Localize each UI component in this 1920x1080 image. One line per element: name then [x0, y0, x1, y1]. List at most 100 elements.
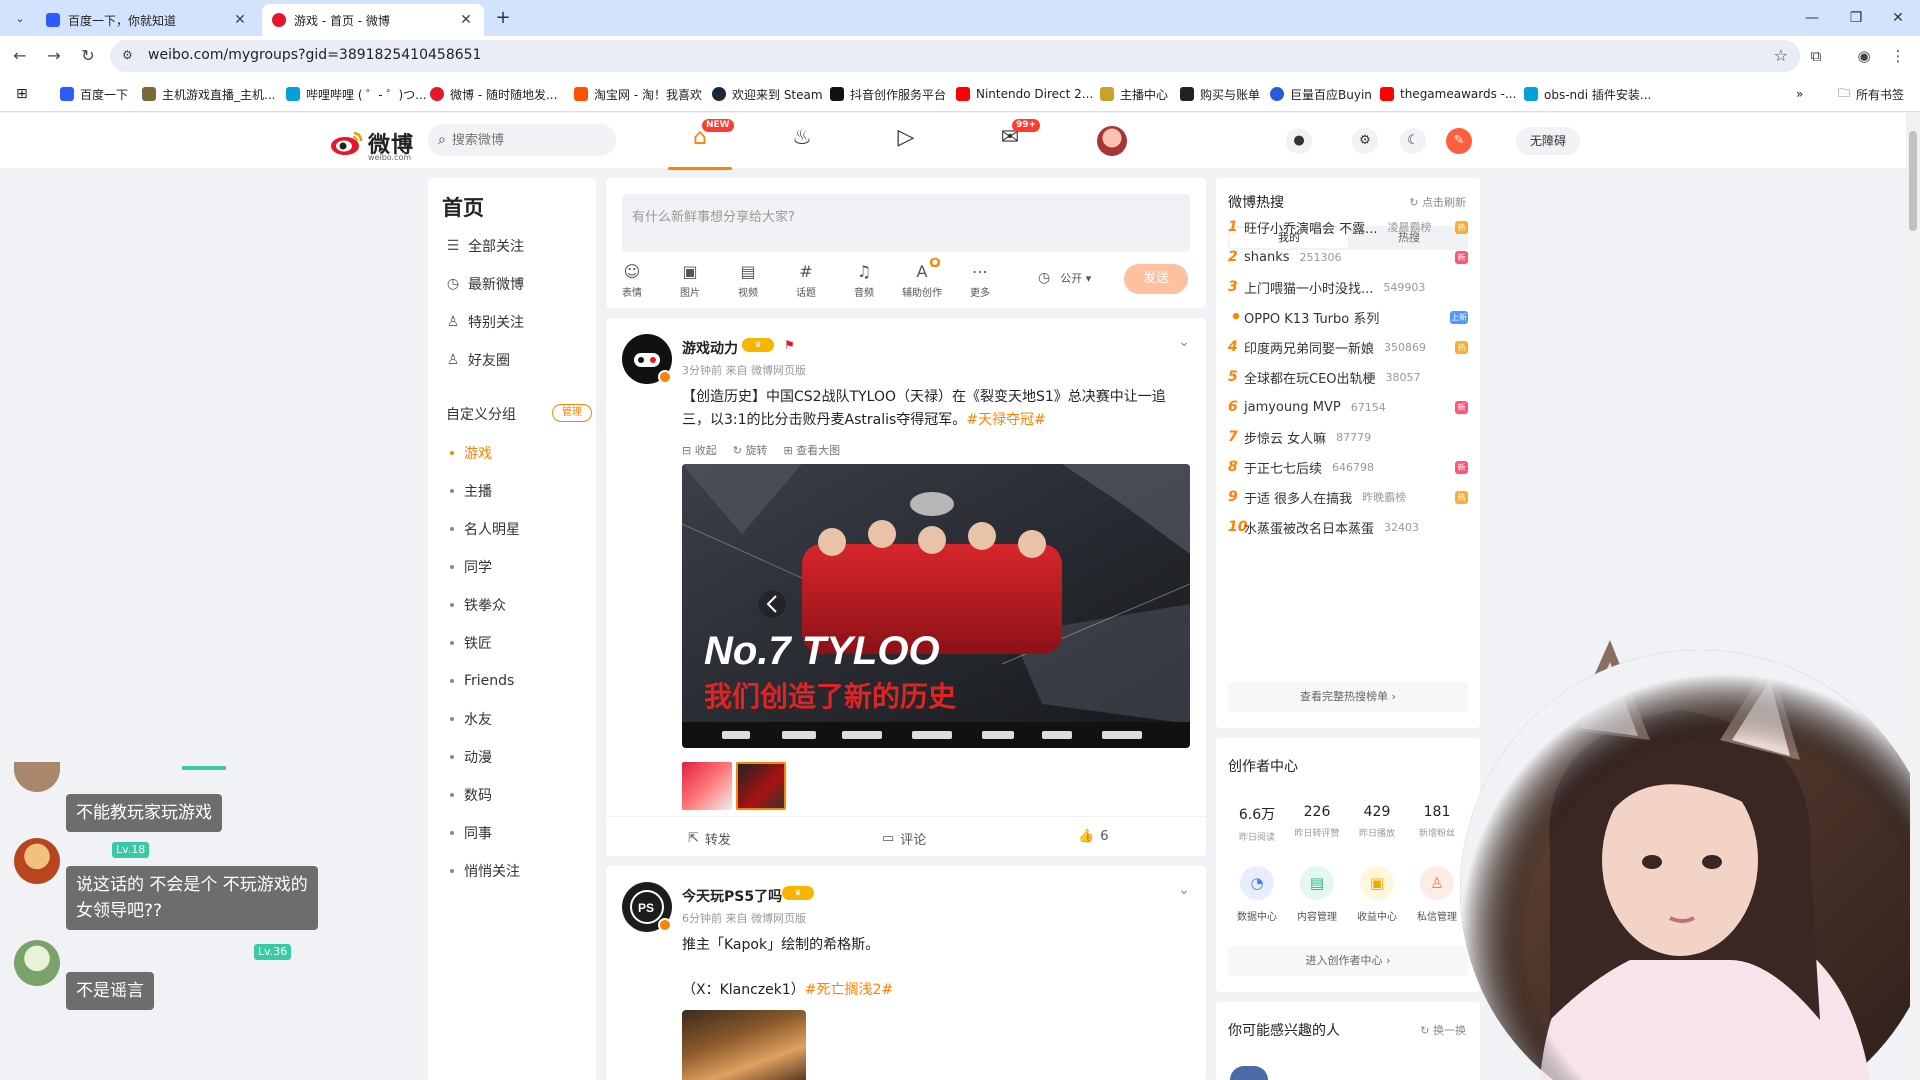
repost-button[interactable]: ⇱ 转发: [688, 829, 731, 848]
group-item[interactable]: 名人明星: [450, 518, 520, 540]
author-name[interactable]: 今天玩PS5了吗: [682, 886, 782, 906]
ai-assistant-icon[interactable]: ●: [1286, 128, 1312, 154]
back-icon[interactable]: ←: [8, 44, 32, 68]
manage-groups-button[interactable]: 管理: [552, 404, 592, 422]
bookmark-item[interactable]: 抖音创作服务平台: [830, 85, 946, 103]
bookmark-item[interactable]: 巨量百应Buyin: [1270, 85, 1372, 103]
dark-mode-moon-icon[interactable]: ☾: [1400, 128, 1426, 154]
topic-button[interactable]: # 话题: [786, 262, 826, 299]
restore-icon[interactable]: ❐: [1836, 6, 1876, 30]
compose-edit-icon[interactable]: ✎: [1446, 128, 1472, 154]
browser-tab-weibo[interactable]: 游戏 - 首页 - 微博 ✕: [262, 4, 484, 36]
settings-gear-icon[interactable]: ⚙: [1352, 128, 1378, 154]
close-tab-icon[interactable]: ✕: [458, 12, 474, 28]
sidebar-item-all-follow[interactable]: ☰ 全部关注: [444, 234, 524, 258]
hashtag-link[interactable]: #天禄夺冠#: [966, 412, 1045, 428]
hot-search-item[interactable]: 1 旺仔小乔演唱会 不露... 凌晨霸榜 热: [1228, 216, 1468, 238]
hot-search-item[interactable]: 3 上门喂猫一小时没找... 549903: [1228, 276, 1468, 298]
nav-home[interactable]: ⌂ NEW: [668, 119, 734, 170]
tab-search-button[interactable]: ⌄: [8, 6, 32, 30]
view-large-image-button[interactable]: ⊞ 查看大图: [783, 442, 840, 458]
user-avatar[interactable]: [1097, 126, 1127, 156]
more-tools-button[interactable]: ⋯ 更多: [960, 262, 1000, 299]
nav-messages[interactable]: ✉ 99+: [988, 119, 1041, 159]
bookmark-item[interactable]: 淘宝网 - 淘！我喜欢: [574, 85, 702, 103]
group-item[interactable]: 水友: [450, 708, 492, 730]
like-button[interactable]: 👍 6: [1078, 829, 1108, 844]
video-button[interactable]: ▤ 视频: [728, 262, 768, 299]
hot-search-item[interactable]: 8 于正七七后续 646798 新: [1228, 456, 1468, 478]
bookmark-item[interactable]: Nintendo Direct 2...: [956, 85, 1093, 103]
revenue-center-button[interactable]: ▣ 收益中心: [1348, 866, 1406, 923]
search-input[interactable]: [451, 132, 592, 148]
send-button[interactable]: 发送: [1124, 264, 1188, 294]
site-info-icon[interactable]: ⚙: [122, 48, 138, 64]
hot-search-item[interactable]: 6 jamyoung MVP 67154 新: [1228, 396, 1468, 418]
bookmark-item[interactable]: 主机游戏直播_主机...: [142, 85, 275, 103]
content-manage-button[interactable]: ▤ 内容管理: [1288, 866, 1346, 923]
new-tab-button[interactable]: +: [490, 6, 516, 32]
hot-search-item[interactable]: 2 shanks 251306 新: [1228, 246, 1468, 268]
browser-tab-baidu[interactable]: 百度一下，你就知道 ✕: [36, 4, 258, 36]
more-bookmarks-icon[interactable]: »: [1796, 85, 1803, 103]
group-item[interactable]: 同事: [450, 822, 492, 844]
url-text[interactable]: weibo.com/mygroups?gid=3891825410458651: [148, 47, 481, 63]
group-item[interactable]: Friends: [450, 670, 514, 692]
compose-textarea[interactable]: 有什么新鲜事想分享给大家?: [622, 194, 1190, 252]
image-button[interactable]: ▣ 图片: [670, 262, 710, 299]
schedule-clock-icon[interactable]: ◷: [1038, 270, 1050, 286]
hot-search-item[interactable]: 7 步惊云 女人嘛 87779: [1228, 426, 1468, 448]
sidebar-item-friends[interactable]: ♙ 好友圈: [444, 348, 510, 372]
visibility-selector[interactable]: ◷ 公开 ▾: [1038, 270, 1091, 286]
menu-kebab-icon[interactable]: ⋮: [1886, 44, 1910, 68]
group-item[interactable]: 铁拳众: [450, 594, 506, 616]
profile-icon[interactable]: ◉: [1852, 44, 1876, 68]
bookmark-item[interactable]: 欢迎来到 Steam: [712, 85, 823, 103]
chevron-down-icon[interactable]: ⌄: [1178, 882, 1190, 898]
collapse-image-button[interactable]: ⊟ 收起: [682, 442, 717, 458]
all-bookmarks-folder[interactable]: 🗀 所有书签: [1838, 85, 1904, 103]
post-image[interactable]: No.7 TYLOO 我们创造了新的历史: [682, 464, 1190, 748]
group-item[interactable]: 同学: [450, 556, 492, 578]
forward-icon[interactable]: →: [42, 44, 66, 68]
sidebar-item-latest[interactable]: ◷ 最新微博: [444, 272, 524, 296]
group-item[interactable]: 动漫: [450, 746, 492, 768]
nav-hot[interactable]: ♨: [780, 123, 824, 159]
stat-interactions[interactable]: 226 昨日转评赞: [1288, 804, 1346, 839]
reload-icon[interactable]: ↻: [76, 44, 100, 68]
scrollbar-thumb[interactable]: [1909, 131, 1917, 231]
hot-search-item[interactable]: 5 全球都在玩CEO出轨梗 38057: [1228, 366, 1468, 388]
refresh-button[interactable]: ↻ 点击刷新: [1409, 194, 1466, 210]
close-window-icon[interactable]: ✕: [1878, 6, 1918, 30]
author-name[interactable]: 游戏动力: [682, 338, 738, 358]
hot-search-item[interactable]: 9 于适 很多人在搞我 昨晚霸榜 热: [1228, 486, 1468, 508]
group-item[interactable]: 主播: [450, 480, 492, 502]
hashtag-link[interactable]: #死亡搁浅2#: [805, 982, 893, 998]
accessibility-button[interactable]: 无障碍: [1516, 127, 1580, 155]
stat-plays[interactable]: 429 昨日播放: [1348, 804, 1406, 839]
bookmark-item[interactable]: 百度一下: [60, 85, 128, 103]
hot-search-item[interactable]: 4 印度两兄弟同娶一新娘 350869 热: [1228, 336, 1468, 358]
nav-video[interactable]: ▷: [884, 123, 928, 159]
weibo-logo[interactable]: 微博 weibo.com: [330, 127, 414, 162]
apps-grid-icon[interactable]: ⊞: [16, 85, 28, 103]
hot-search-item[interactable]: 10 水蒸蛋被改名日本蒸蛋 32403: [1228, 516, 1468, 538]
chevron-down-icon[interactable]: ⌄: [1178, 334, 1190, 350]
audio-button[interactable]: ♫ 音频: [844, 262, 884, 299]
address-bar[interactable]: ⚙ weibo.com/mygroups?gid=389182541045865…: [110, 40, 1800, 72]
image-thumbnail-active[interactable]: [736, 762, 786, 810]
bookmark-item[interactable]: 微博 - 随时随地发...: [430, 85, 557, 103]
group-item[interactable]: 悄悄关注: [450, 860, 520, 882]
rotate-image-button[interactable]: ↻ 旋转: [733, 442, 768, 458]
bookmark-item[interactable]: 购买与账单: [1180, 85, 1260, 103]
post-image[interactable]: [682, 1010, 806, 1080]
sidebar-item-special-follow[interactable]: ♙ 特别关注: [444, 310, 524, 334]
recommend-user-avatar[interactable]: [1230, 1066, 1268, 1080]
bookmark-item[interactable]: thegameawards -...: [1380, 85, 1516, 103]
extensions-icon[interactable]: ⧉: [1804, 44, 1828, 68]
bookmark-item[interactable]: 哔哩哔哩 ( ゜- ゜)つ...: [286, 85, 427, 103]
group-item-games[interactable]: 游戏: [450, 442, 492, 464]
stat-reads[interactable]: 6.6万 昨日阅读: [1228, 804, 1286, 843]
close-tab-icon[interactable]: ✕: [232, 12, 248, 28]
minimize-icon[interactable]: —: [1792, 6, 1832, 30]
